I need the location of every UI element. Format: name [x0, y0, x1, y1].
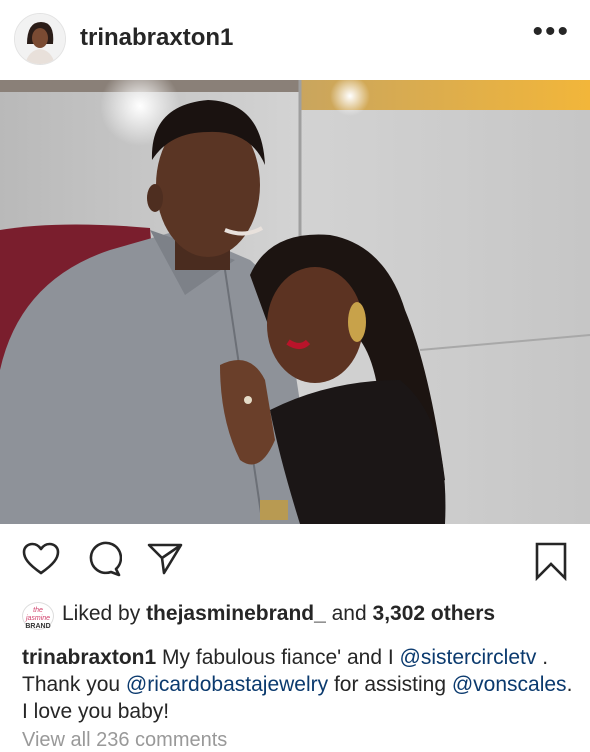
- comment-icon[interactable]: [86, 541, 123, 582]
- bookmark-icon[interactable]: [534, 541, 568, 586]
- profile-avatar[interactable]: [14, 13, 66, 65]
- more-options-icon[interactable]: •••: [532, 17, 570, 47]
- share-icon[interactable]: [147, 542, 183, 581]
- post-header: trinabraxton1 •••: [0, 0, 590, 80]
- liker-username[interactable]: thejasminebrand_: [146, 602, 326, 625]
- liker-avatar[interactable]: the jasmine BRAND: [22, 602, 54, 630]
- caption-text: for assisting: [328, 673, 452, 696]
- mention-link[interactable]: @ricardobastajewelry: [126, 673, 328, 696]
- view-all-comments-link[interactable]: View all 236 comments: [22, 729, 227, 752]
- post-username[interactable]: trinabraxton1: [80, 24, 233, 52]
- post-photo[interactable]: [0, 80, 590, 524]
- post-actions: [0, 532, 590, 588]
- caption-username[interactable]: trinabraxton1: [22, 646, 156, 669]
- caption-text: My fabulous fiance' and I: [156, 646, 400, 669]
- mention-link[interactable]: @vonscales: [452, 673, 567, 696]
- mention-link[interactable]: @sistercircletv: [400, 646, 537, 669]
- likes-text: Liked by thejasminebrand_ and 3,302 othe…: [62, 602, 495, 626]
- likes-prefix: Liked by: [62, 602, 147, 625]
- avatar-image: [15, 14, 65, 64]
- likes-row: the jasmine BRAND Liked by thejasminebra…: [0, 596, 590, 636]
- couple-photo: [0, 80, 590, 524]
- likes-count[interactable]: 3,302 others: [373, 602, 496, 625]
- post-caption: trinabraxton1 My fabulous fiance' and I …: [22, 644, 578, 725]
- liker-avatar-text-1: the jasmine: [25, 607, 51, 622]
- liker-avatar-text-2: BRAND: [25, 623, 51, 630]
- likes-middle: and: [325, 602, 373, 625]
- heart-icon[interactable]: [22, 542, 60, 581]
